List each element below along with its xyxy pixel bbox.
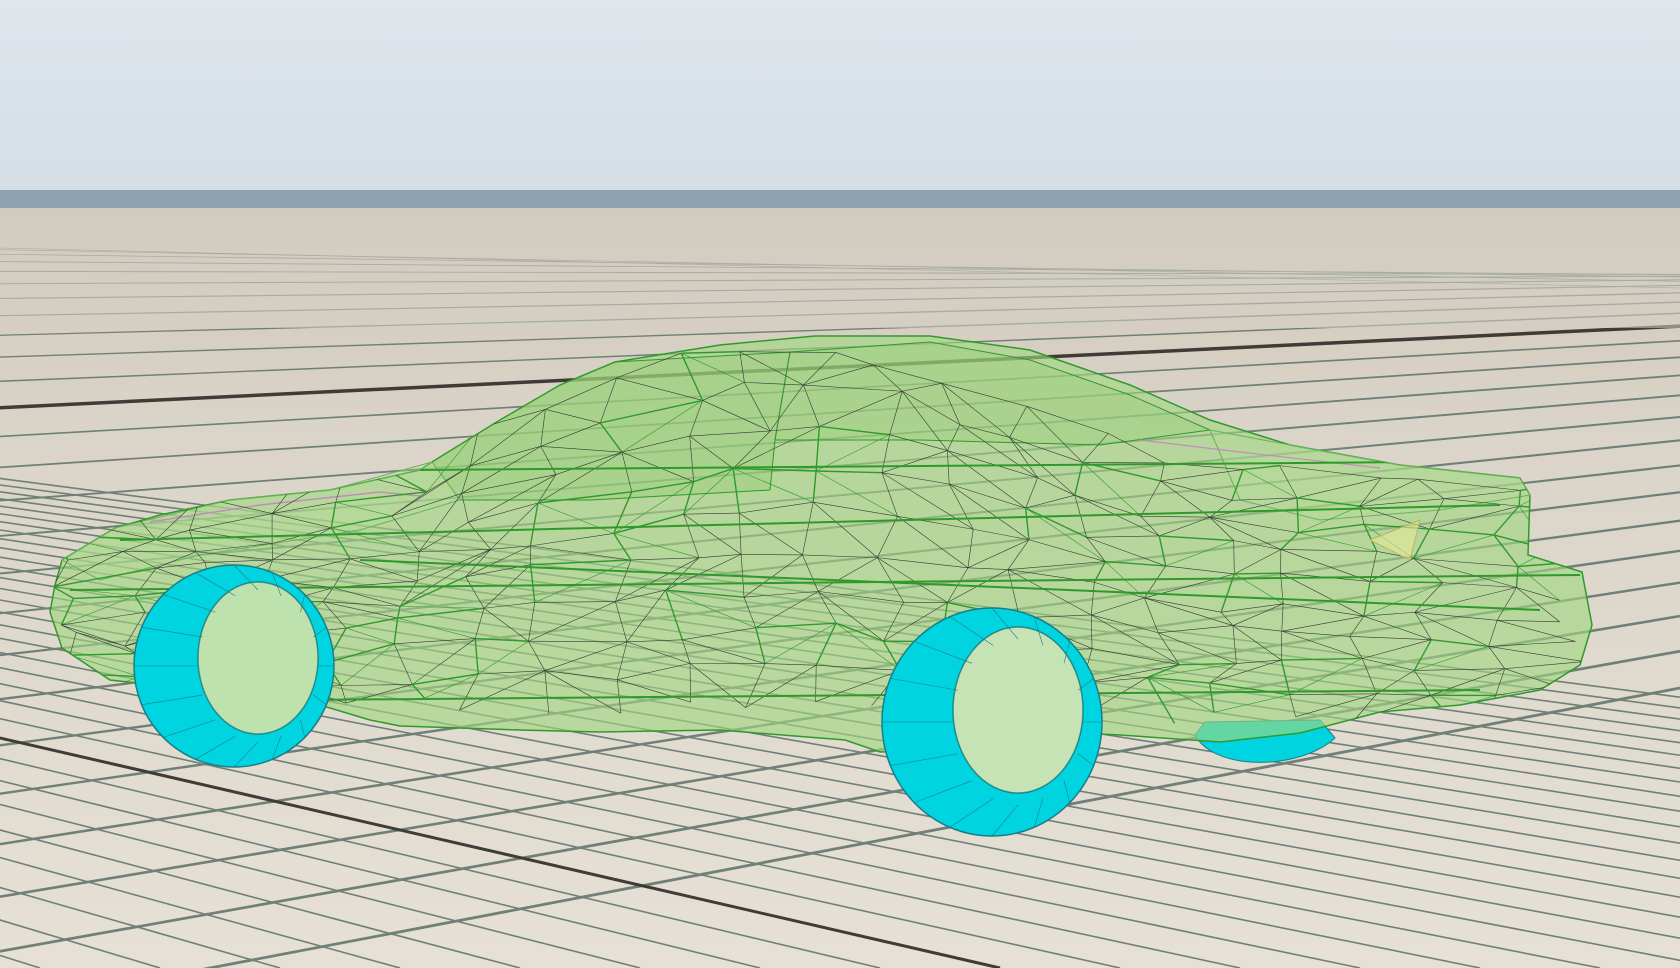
mesh-edge	[1234, 572, 1281, 575]
horizon-band	[0, 190, 1680, 210]
horizon-haze	[0, 208, 1680, 328]
sky	[0, 0, 1680, 192]
scene-canvas[interactable]	[0, 0, 1680, 968]
3d-viewport[interactable]	[0, 0, 1680, 968]
